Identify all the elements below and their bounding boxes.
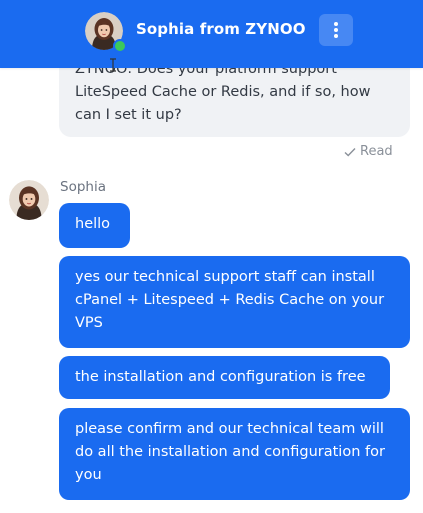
text-cursor-icon bbox=[110, 58, 116, 72]
agent-avatar-icon bbox=[9, 180, 49, 220]
agent-avatar bbox=[9, 180, 49, 220]
chat-window: Sophia from ZYNOO ZYNOO: Does your platf… bbox=[0, 0, 423, 513]
incoming-message-text: ZYNOO: Does your platform support LiteSp… bbox=[75, 61, 371, 123]
agent-message-bubble: the installation and configuration is fr… bbox=[59, 356, 390, 399]
agent-name: Sophia bbox=[60, 179, 106, 195]
agent-message-bubble: hello bbox=[59, 203, 130, 248]
chat-header: Sophia from ZYNOO bbox=[0, 0, 423, 68]
read-receipt: Read bbox=[344, 144, 393, 159]
online-status-dot bbox=[113, 39, 127, 53]
more-options-button[interactable] bbox=[319, 14, 353, 46]
read-status-text: Read bbox=[360, 144, 393, 159]
agent-message-bubble: please confirm and our technical team wi… bbox=[59, 408, 410, 500]
agent-avatar-header[interactable] bbox=[85, 12, 127, 53]
chat-title: Sophia from ZYNOO bbox=[136, 20, 306, 38]
more-vertical-icon bbox=[334, 22, 338, 26]
check-icon bbox=[344, 147, 356, 156]
agent-message-bubble: yes our technical support staff can inst… bbox=[59, 256, 410, 348]
